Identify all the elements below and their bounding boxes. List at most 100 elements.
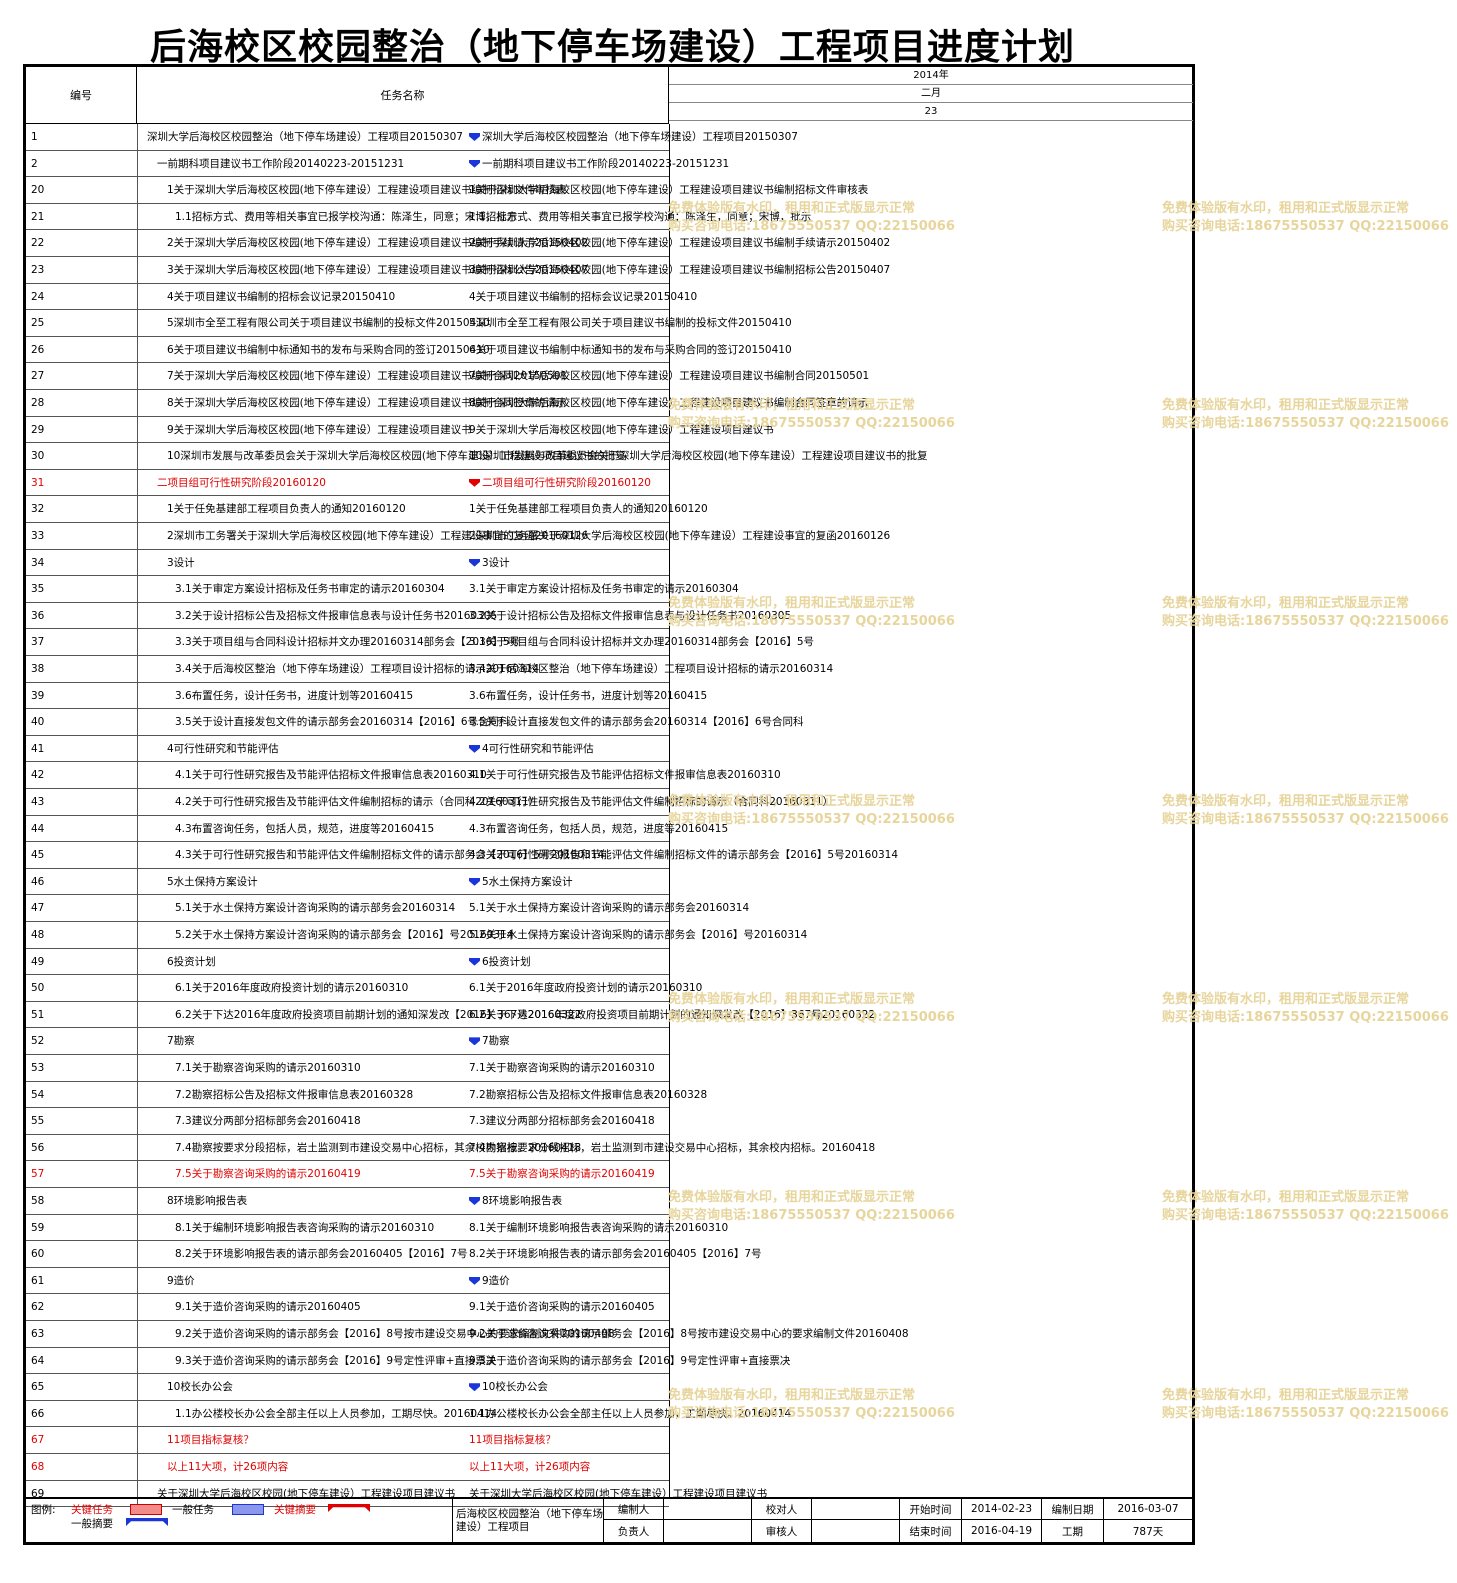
gantt-bar-text: 7.2勘察招标公告及招标文件报审信息表20160328 (469, 1088, 708, 1101)
table-row[interactable]: 39 3.6布置任务，设计任务书，进度计划等20160415 3.6布置任务，设计任… (26, 682, 707, 710)
task-name: 4.3布置咨询任务，包括人员，规范，进度等20160415 (175, 822, 435, 835)
table-row[interactable]: 43 4.2关于可行性研究报告及节能评估文件编制招标的请示（合同科20160311… (26, 789, 833, 816)
table-row[interactable]: 29 9关于深圳大学后海校区校园(地下停车建设）工程建设项目建议书 9关于深圳大学后… (26, 416, 774, 444)
task-name: 3.2关于设计招标公告及招标文件报审信息表与设计任务书20160305 (175, 609, 498, 622)
row-number: 26 (31, 343, 45, 356)
table-row[interactable]: 37 3.3关于项目组与合同科设计招标并文办理20160314部务会【2016】5… (26, 629, 814, 656)
table-row[interactable]: 44 4.3布置咨询任务，包括人员，规范，进度等20160415 4.3布置咨询任务… (26, 815, 728, 843)
gantt-bar-text: 7.5关于勘察咨询采购的请示20160419 (469, 1168, 655, 1181)
table-row[interactable]: 58 8环境影响报告表 8环境影响报告表 (26, 1188, 669, 1215)
row-number: 57 (31, 1168, 45, 1181)
table-row[interactable]: 68 以上11大项，计26项内容 以上11大项，计26项内容 (26, 1454, 669, 1481)
row-number: 1 (31, 131, 38, 143)
task-name: 二项目组可行性研究阶段20160120 (157, 476, 326, 489)
table-row[interactable]: 47 5.1关于水土保持方案设计咨询采购的请示部务会20160314 5.1关于水土… (26, 895, 749, 922)
row-number: 53 (31, 1062, 45, 1074)
table-row[interactable]: 60 8.2关于环境影响报告表的请示部务会20160405【2016】7号 8.2关… (26, 1241, 762, 1268)
table-row[interactable]: 51 6.2关于下达2016年度政府投资项目前期计划的通知深发改【2016】367… (26, 1001, 875, 1029)
task-name-cell: 3设计 (137, 549, 669, 576)
watermark-line1: 免费体验版有水印，租用和正式版显示正常 (668, 1190, 916, 1205)
task-name: 9.1关于造价咨询采购的请示20160405 (175, 1301, 361, 1314)
table-row[interactable]: 62 9.1关于造价咨询采购的请示20160405 9.1关于造价咨询采购的请示20… (26, 1294, 669, 1321)
header-year: 2014年 (669, 67, 1193, 85)
task-name: 9.3关于造价咨询采购的请示部务会【2016】9号定性评审+直接票决 (175, 1354, 497, 1367)
gantt-bar-text: 8环境影响报告表 (482, 1195, 563, 1207)
table-row[interactable]: 36 3.2关于设计招标公告及招标文件报审信息表与设计任务书20160305 3.2… (26, 602, 791, 630)
gantt-bar-text: 5.1关于水土保持方案设计咨询采购的请示部务会20160314 (469, 902, 750, 915)
gantt-bar-label: 4.1关于可行性研究报告及节能评估招标文件报审信息表20160310 (469, 762, 781, 788)
table-row[interactable]: 64 9.3关于造价咨询采购的请示部务会【2016】9号定性评审+直接票决 9.3关… (26, 1347, 790, 1375)
table-row[interactable]: 46 5水土保持方案设计 5水土保持方案设计 (26, 868, 669, 896)
table-row[interactable]: 31 二项目组可行性研究阶段20160120 二项目组可行性研究阶段20160120 (26, 469, 669, 497)
gantt-sheet: 编号 任务名称 2014年 二月 23 1 深圳大学后海校区校园整治（地下停车场建… (23, 64, 1195, 1545)
table-row[interactable]: 23 3关于深圳大学后海校区校园(地下停车建设）工程建设项目建议书编制招标公告20… (26, 257, 890, 284)
table-row[interactable]: 30 10深圳市发展与改革委员会关于深圳大学后海校区校园(地下停车建设）工程建设项… (26, 443, 927, 470)
row-number: 27 (31, 370, 45, 383)
gantt-bar-label: 3.5关于设计直接发包文件的请示部务会20160314【2016】6号合同科 (469, 709, 804, 735)
table-row[interactable]: 21 1.1招标方式、费用等相关事宜已报学校沟通：陈泽生，同意；宋博，批示 1.1招… (26, 203, 811, 231)
row-number: 62 (31, 1301, 45, 1314)
table-row[interactable]: 32 1关于任免基建部工程项目负责人的通知20160120 1关于任免基建部工程项目… (26, 496, 708, 523)
table-row[interactable]: 49 6投资计划 6投资计划 (26, 948, 669, 976)
table-row[interactable]: 55 7.3建议分两部分招标部务会20160418 7.3建议分两部分招标部务会20… (26, 1108, 669, 1135)
table-row[interactable]: 22 2关于深圳大学后海校区校园(地下停车建设）工程建设项目建议书编制手续请示20… (26, 230, 890, 257)
row-number: 21 (31, 210, 45, 223)
table-row[interactable]: 67 11项目指标复核？ 11项目指标复核？ (26, 1427, 669, 1454)
watermark-line2: 购买咨询电话:18675550537 QQ:22150066 (1162, 1208, 1449, 1223)
table-row[interactable]: 34 3设计 3设计 (26, 549, 669, 577)
summary-marker-icon (469, 1383, 480, 1392)
footer-owner-label: 负责人 (603, 1520, 663, 1542)
table-row[interactable]: 35 3.1关于审定方案设计招标及任务书审定的请示20160304 3.1关于审定方… (26, 576, 739, 603)
task-name: 7.3建议分两部分招标部务会20160418 (175, 1115, 361, 1128)
task-name: 5深圳市全至工程有限公司关于项目建议书编制的投标文件20150410 (167, 317, 490, 330)
row-number: 66 (31, 1407, 45, 1420)
table-row[interactable]: 66 1.1办公楼校长办公会全部主任以上人员参加，工期尽快。20160414 1.1… (26, 1400, 791, 1428)
table-row[interactable]: 25 5深圳市全至工程有限公司关于项目建议书编制的投标文件20150410 5深圳市… (26, 310, 792, 337)
table-row[interactable]: 56 7.4勘察按要求分段招标，岩土监测到市建设交易中心招标，其余校内招标。201… (26, 1134, 875, 1162)
table-row[interactable]: 54 7.2勘察招标公告及招标文件报审信息表20160328 7.2勘察招标公告及招… (26, 1081, 707, 1109)
footer-reviewer-value (811, 1520, 899, 1542)
table-row[interactable]: 53 7.1关于勘察咨询采购的请示20160310 7.1关于勘察咨询采购的请示20… (26, 1055, 669, 1082)
task-name: 7勘察 (167, 1035, 195, 1048)
table-row[interactable]: 42 4.1关于可行性研究报告及节能评估招标文件报审信息表20160310 4.1关… (26, 762, 781, 789)
table-row[interactable]: 61 9造价 9造价 (26, 1267, 669, 1295)
gantt-bar-text: 1关于任免基建部工程项目负责人的通知20160120 (469, 503, 708, 516)
watermark-line1: 免费体验版有水印，租用和正式版显示正常 (668, 398, 916, 413)
table-row[interactable]: 57 7.5关于勘察咨询采购的请示20160419 7.5关于勘察咨询采购的请示20… (26, 1161, 669, 1188)
table-row[interactable]: 63 9.2关于造价咨询采购的请示部务会【2016】8号按市建设交易中心的要求编制… (26, 1321, 909, 1348)
table-row[interactable]: 38 3.4关于后海校区整治（地下停车场建设）工程项目设计招标的请示2016031… (26, 656, 833, 683)
legend-normal: 一般任务 (172, 1504, 214, 1516)
row-number: 58 (31, 1195, 45, 1207)
footer-end-label: 结束时间 (899, 1520, 961, 1542)
table-row[interactable]: 27 7关于深圳大学后海校区校园(地下停车建设）工程建设项目建议书编制合同2015… (26, 363, 869, 390)
gantt-bar-text: 9.1关于造价咨询采购的请示20160405 (469, 1301, 655, 1314)
row-number: 60 (31, 1248, 45, 1261)
table-row[interactable]: 45 4.3关于可行性研究报告和节能评估文件编制招标文件的请示部务会【2016】5… (26, 842, 898, 869)
watermark: 免费体验版有水印，租用和正式版显示正常 购买咨询电话:18675550537 QQ… (668, 200, 955, 236)
gantt-bar-text: 9造价 (482, 1274, 510, 1287)
table-row[interactable]: 33 2深圳市工务署关于深圳大学后海校区校园(地下停车建设）工程建设事宜的复函20… (26, 523, 890, 550)
gantt-bar-text: 5.2关于水土保持方案设计咨询采购的请示部务会【2016】号20160314 (469, 929, 808, 941)
watermark: 免费体验版有水印，租用和正式版显示正常 购买咨询电话:18675550537 QQ… (1162, 1387, 1449, 1423)
row-number: 38 (31, 663, 45, 675)
table-row[interactable]: 65 10校长办公会 10校长办公会 (26, 1374, 669, 1401)
table-row[interactable]: 2 一前期科项目建议书工作阶段20140223-20151231 一前期科项目建议书… (26, 150, 729, 178)
table-row[interactable]: 50 6.1关于2016年度政府投资计划的请示20160310 6.1关于2016年… (26, 975, 702, 1002)
table-row[interactable]: 59 8.1关于编制环境影响报告表咨询采购的请示20160310 8.1关于编制环境… (26, 1214, 728, 1242)
table-row[interactable]: 52 7勘察 7勘察 (26, 1028, 669, 1055)
table-row[interactable]: 28 8关于深圳大学后海校区校园(地下停车建设）工程建设项目建议书编制合同签章的请… (26, 390, 868, 417)
table-row[interactable]: 1 深圳大学后海校区校园整治（地下停车场建设）工程项目20150307 深圳大学后海… (26, 124, 798, 151)
summary-marker-icon (469, 1276, 480, 1285)
table-row[interactable]: 26 6关于项目建议书编制中标通知书的发布与采购合同的签订20150410 6关于项… (26, 336, 792, 364)
row-number: 22 (31, 237, 45, 250)
row-number: 42 (31, 769, 45, 782)
table-row[interactable]: 24 4关于项目建议书编制的招标会议记录20150410 4关于项目建议书编制的招标… (26, 283, 697, 311)
row-number: 39 (31, 689, 45, 702)
table-row[interactable]: 20 1关于深圳大学后海校区校园(地下停车建设）工程建设项目建议书编制招标文件审核… (26, 177, 868, 204)
task-name-cell: 6投资计划 (137, 948, 669, 975)
footer-owner-value (663, 1520, 751, 1542)
table-row[interactable]: 48 5.2关于水土保持方案设计咨询采购的请示部务会【2016】号20160314… (26, 922, 807, 949)
table-row[interactable]: 41 4可行性研究和节能评估 4可行性研究和节能评估 (26, 735, 669, 763)
watermark-line1: 免费体验版有水印，租用和正式版显示正常 (1162, 201, 1410, 216)
table-row[interactable]: 40 3.5关于设计直接发包文件的请示部务会20160314【2016】6号合同科… (26, 709, 804, 736)
